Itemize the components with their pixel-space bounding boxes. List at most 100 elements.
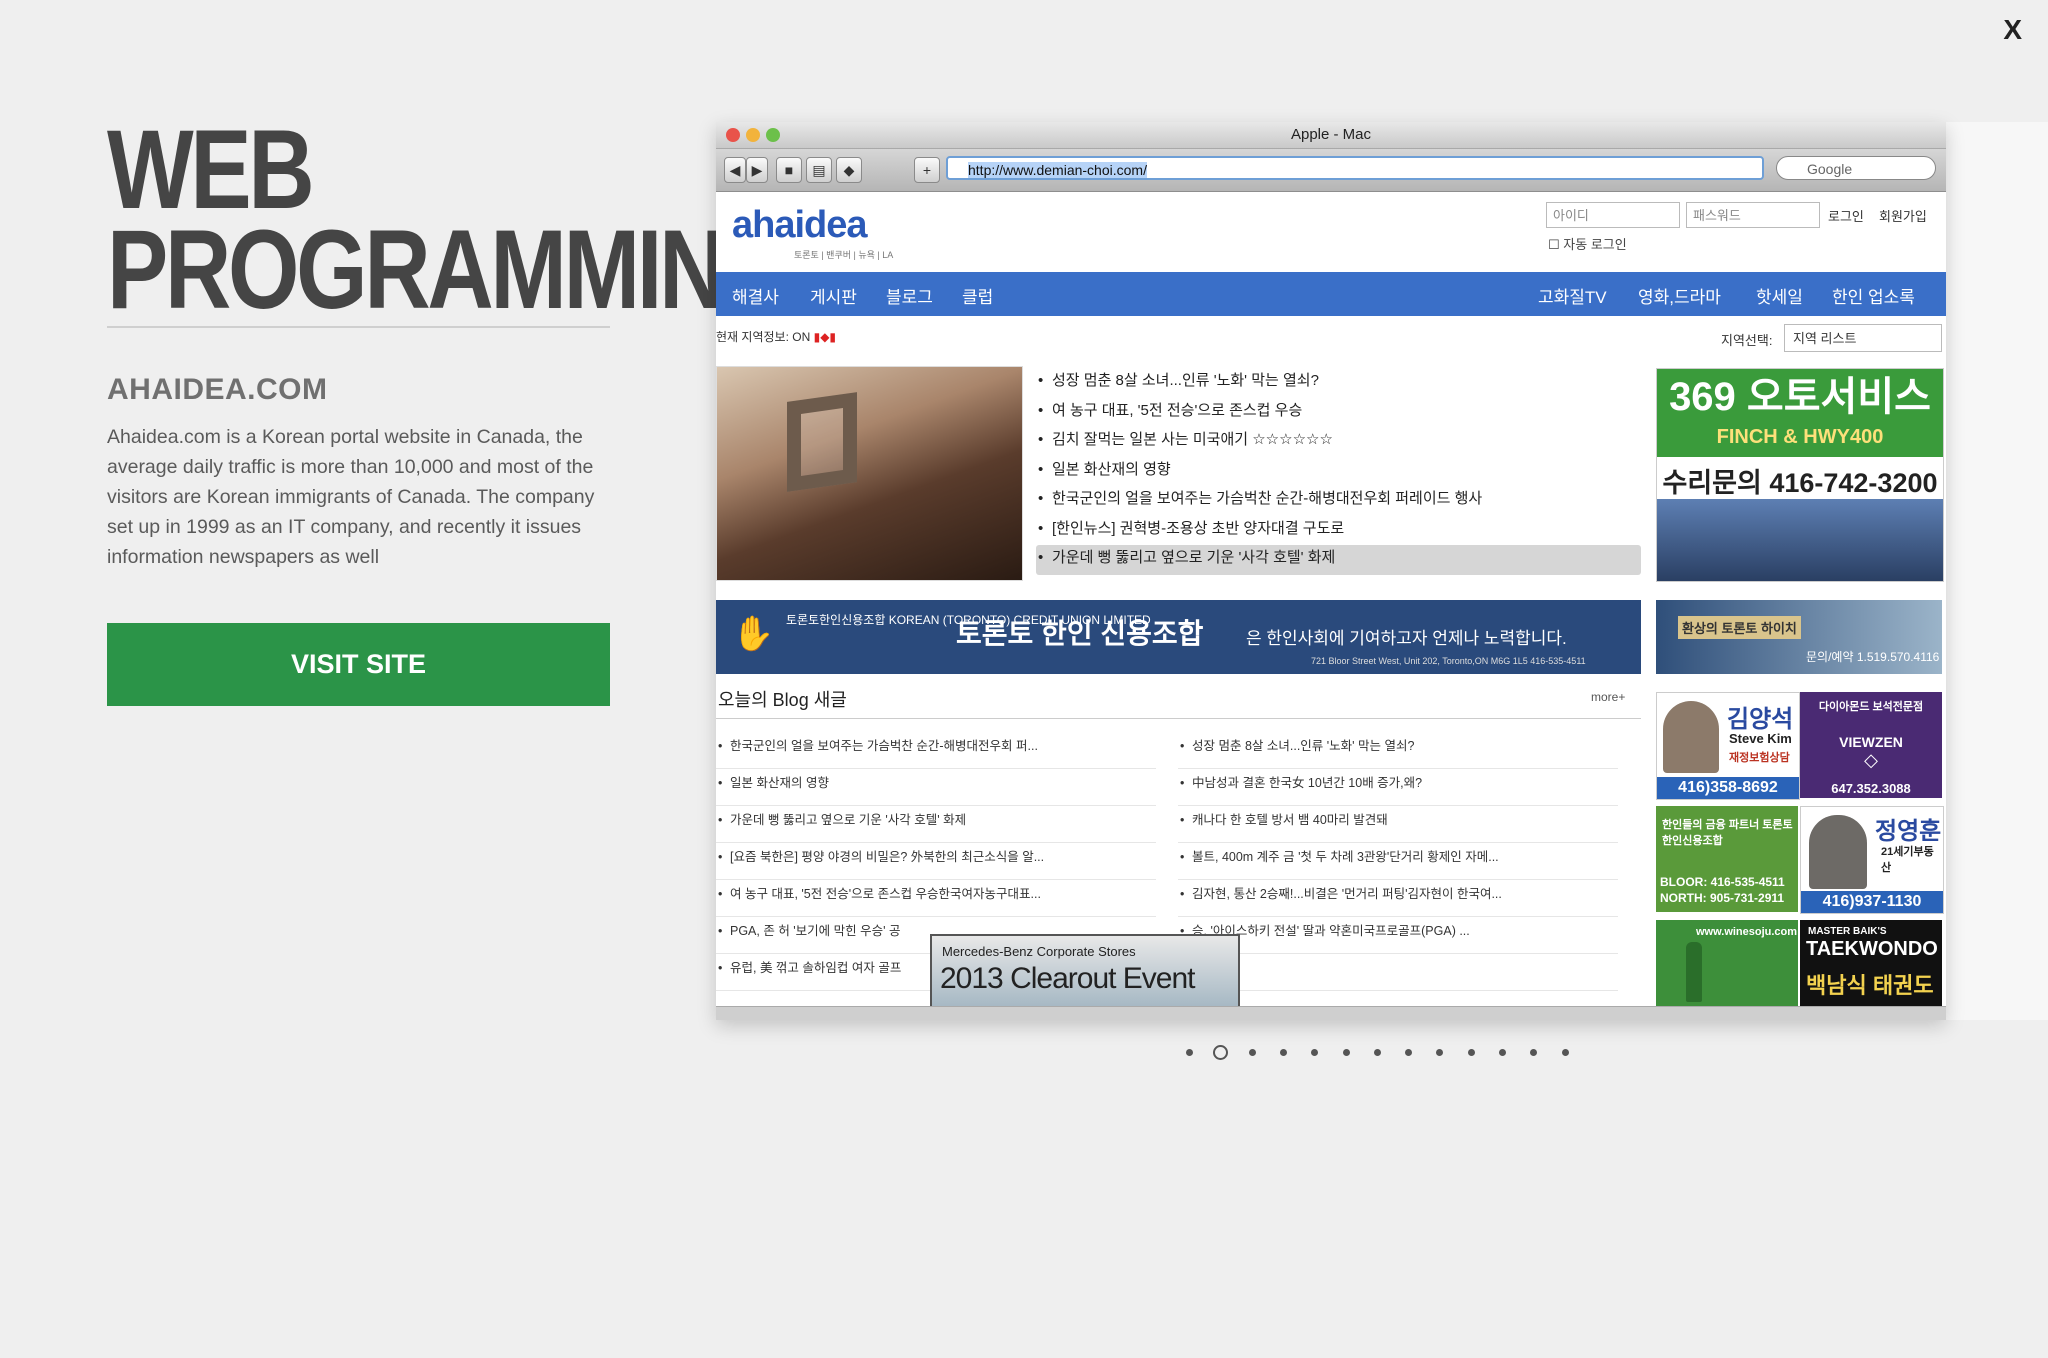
blog-item: 성장 멈춘 8살 소녀...인류 '노화' 막는 열쇠? — [1178, 732, 1618, 769]
nav-item: 한인 업소록 — [1832, 288, 1915, 307]
blog-section-title: 오늘의 Blog 새글 — [718, 690, 847, 710]
search-field: Google — [1776, 156, 1936, 180]
nav-item: 게시판 — [810, 288, 857, 307]
url-text: http://www.demian-choi.com/ — [968, 162, 1147, 178]
title-divider — [107, 326, 610, 328]
popup-ad-line-1: Mercedes-Benz Corporate Stores — [942, 944, 1136, 959]
headline-item: 성장 멈춘 8살 소녀...인류 '노화' 막는 열쇠? — [1036, 368, 1641, 398]
ad-credit-union: 한인들의 금융 파트너 토론토 한인신용조합 BLOOR: 416-535-45… — [1656, 806, 1798, 912]
nav-item: 고화질TV — [1538, 288, 1607, 307]
ad-wine-url: www.winesoju.com — [1696, 926, 1798, 938]
login-link: 로그인 — [1828, 209, 1864, 224]
ad-kim-name: 김양석 — [1727, 706, 1794, 733]
ad-viewzen: 다이아몬드 보석전문점 VIEWZEN ◇ 647.352.3088 — [1800, 692, 1942, 798]
blog-item: 가운데 뻥 뚫리고 옆으로 기운 '사각 호텔' 화제 — [716, 806, 1156, 843]
pagination-dot[interactable] — [1467, 1049, 1475, 1056]
address-bar: http://www.demian-choi.com/ — [946, 156, 1764, 180]
banner-slogan: 토론토 한인 신용조합 — [956, 618, 1204, 649]
blog-item: 김자현, 통산 2승째!...비결은 '먼거리 퍼팅'김자현이 한국여... — [1178, 880, 1618, 917]
evernote-icon: ◆ — [836, 157, 862, 183]
region-info: 현재 지역정보: ON ▮◆▮ — [716, 328, 836, 345]
avatar — [1809, 815, 1867, 889]
minimize-window-icon — [746, 128, 760, 142]
ad-auto-sub: FINCH & HWY400 — [1716, 426, 1884, 448]
blog-more-link: more+ — [1591, 690, 1626, 704]
canada-flag-icon: ▮◆▮ — [813, 330, 837, 344]
credit-union-banner: ✋ 토론토한인신용조합 KOREAN (TORONTO) CREDIT UNIO… — [716, 600, 1641, 674]
pagination-dot[interactable] — [1248, 1049, 1256, 1056]
banner-slogan-2: 은 한인사회에 기여하고자 언제나 노력합니다. — [1246, 629, 1567, 648]
pagination-dot[interactable] — [1186, 1049, 1193, 1056]
window-titlebar: Apple - Mac — [716, 122, 1946, 149]
avatar — [1663, 701, 1719, 773]
ad-kim-phone: 416)358-8692 — [1657, 777, 1799, 799]
blog-item: 여 농구 대표, '5전 전승'으로 존스컵 우승한국여자농구대표... — [716, 880, 1156, 917]
browser-status-bar — [716, 1006, 1946, 1020]
project-description: Ahaidea.com is a Korean portal website i… — [107, 426, 595, 568]
add-tab-icon: + — [914, 157, 940, 183]
ad-credit-phones: BLOOR: 416-535-4511 NORTH: 905-731-2911 — [1660, 874, 1785, 906]
credit-union-logo-icon: ✋ — [732, 615, 775, 653]
website-screenshot: ahaidea 토론토 | 밴쿠버 | 뉴욕 | LA 아이디 패스워드 로그인… — [716, 192, 1946, 1006]
pagination-dot[interactable] — [1373, 1049, 1381, 1056]
headline-item: 김치 잘먹는 일본 사는 미국애기 ☆☆☆☆☆☆ — [1036, 427, 1641, 457]
blog-item: 캐나다 한 호텔 방서 뱀 40마리 발견돼 — [1178, 806, 1618, 843]
pagination-dot[interactable] — [1561, 1049, 1569, 1056]
close-window-icon — [726, 128, 740, 142]
ad-credit-title: 한인들의 금융 파트너 토론토 한인신용조합 — [1662, 819, 1793, 847]
pagination-dot[interactable] — [1436, 1049, 1444, 1056]
blog-divider — [716, 718, 1641, 719]
blog-list-right: 성장 멈춘 8살 소녀...인류 '노화' 막는 열쇠? 中남성과 결혼 한국女… — [1178, 732, 1618, 991]
photo-frame-shape — [787, 392, 857, 492]
browser-toolbar: ◀ ▶ ■ ▤ ◆ + http://www.demian-choi.com/ … — [716, 149, 1946, 192]
headline-item: [한인뉴스] 권혁병-조용상 초반 양자대결 구도로 — [1036, 516, 1641, 546]
ad-golf-phone: 문의/예약 1.519.570.4116 — [1806, 650, 1940, 664]
ad-steve-kim: 김양석 Steve Kim 재정보험상담 416)358-8692 — [1656, 692, 1800, 800]
ad-auto-header: 369 오토서비스 FINCH & HWY400 — [1657, 369, 1943, 457]
region-select-label: 지역선택: — [1721, 333, 1773, 348]
ad-credit-phone-2: NORTH: 905-731-2911 — [1660, 891, 1785, 905]
project-info: WEB PROGRAMMING AHAIDEA.COM Ahaidea.com … — [107, 107, 794, 706]
pagination-dot[interactable] — [1405, 1049, 1413, 1056]
banner-address: 721 Bloor Street West, Unit 202, Toronto… — [1311, 656, 1586, 666]
ad-viewzen-name: VIEWZEN — [1839, 734, 1903, 750]
nav-item: 해결사 — [732, 288, 779, 307]
diamond-icon: ◇ — [1864, 750, 1878, 770]
close-button[interactable]: X — [2003, 14, 2022, 46]
ad-auto-shop-photo — [1657, 499, 1943, 581]
zoom-window-icon — [766, 128, 780, 142]
ad-auto-service: 369 오토서비스 FINCH & HWY400 수리문의 416-742-32… — [1656, 368, 1944, 582]
next-slide-peek[interactable] — [1946, 122, 2048, 1020]
visit-site-button[interactable]: VISIT SITE — [107, 623, 610, 706]
ad-auto-title: 369 오토서비스 — [1669, 375, 1931, 419]
forward-icon: ▶ — [746, 157, 768, 183]
ad-taekwondo: MASTER BAIK'S TAEKWONDO 백남식 태권도 — [1800, 920, 1942, 1006]
region-info-text: 현재 지역정보: ON — [716, 330, 811, 344]
ad-taek-top: MASTER BAIK'S — [1808, 926, 1887, 937]
region-select: 지역 리스트 — [1784, 324, 1942, 352]
ad-taek-name: TAEKWONDO — [1806, 938, 1938, 960]
blog-item: [요즘 북한은] 평양 야경의 비밀은? 外북한의 최근소식을 알... — [716, 843, 1156, 880]
ad-viewzen-phone: 647.352.3088 — [1831, 781, 1911, 796]
pagination-dot[interactable] — [1311, 1049, 1319, 1056]
nav-item: 클럽 — [962, 288, 994, 307]
back-icon: ◀ — [724, 157, 746, 183]
title-line-2: PROGRAMMING — [107, 207, 794, 332]
bottle-icon — [1686, 942, 1702, 1002]
ad-kim-en-name: Steve Kim — [1729, 731, 1792, 746]
pagination-dot[interactable] — [1499, 1049, 1506, 1056]
pagination-dot[interactable] — [1342, 1049, 1350, 1056]
headline-list: 성장 멈춘 8살 소녀...인류 '노화' 막는 열쇠? 여 농구 대표, '5… — [1036, 368, 1641, 575]
pagination-dot[interactable] — [1279, 1049, 1287, 1056]
headline-item: 여 농구 대표, '5전 전승'으로 존스컵 우승 — [1036, 398, 1641, 428]
pagination-dot-active[interactable] — [1213, 1045, 1229, 1060]
ad-credit-phone-1: BLOOR: 416-535-4511 — [1660, 875, 1785, 889]
window-title: Apple - Mac — [1290, 126, 1372, 143]
auto-login-label: 자동 로그인 — [1563, 237, 1627, 252]
popup-ad-line-2: 2013 Clearout Event — [940, 962, 1196, 995]
pagination-dot[interactable] — [1530, 1049, 1538, 1056]
title-line-1: WEB — [107, 107, 315, 232]
reader-icon: ▤ — [806, 157, 832, 183]
ad-jung-phone: 416)937-1130 — [1801, 891, 1943, 913]
page-title: WEB PROGRAMMING — [107, 107, 794, 332]
